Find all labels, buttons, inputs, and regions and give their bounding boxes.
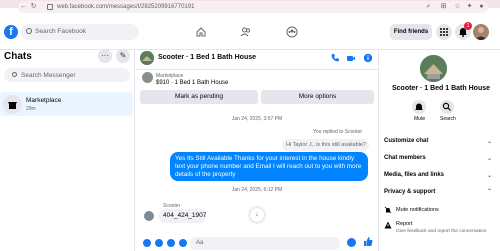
marketplace-icon bbox=[3, 95, 22, 114]
listing-title[interactable]: $910 · 1 Bed 1 Bath House bbox=[156, 80, 228, 86]
facebook-logo[interactable]: f bbox=[4, 25, 18, 39]
more-options-icon[interactable]: ··· bbox=[98, 49, 112, 63]
report-description: Give feedback and report the conversatio… bbox=[396, 229, 487, 234]
incoming-message[interactable]: 404_424_1907 bbox=[158, 209, 206, 223]
search-icon bbox=[12, 72, 17, 77]
profile-icon[interactable]: ● bbox=[478, 3, 485, 10]
details-title: Scooter · 1 Bed 1 Bath House bbox=[391, 85, 491, 92]
new-message-icon[interactable]: ✎ bbox=[116, 49, 130, 63]
reload-icon[interactable]: ↻ bbox=[30, 3, 37, 10]
chat-members-item[interactable]: Chat members bbox=[384, 155, 426, 161]
url-text[interactable]: web.facebook.com/messages/t/282520991677… bbox=[57, 4, 194, 10]
scroll-down-icon[interactable]: ↓ bbox=[250, 208, 264, 222]
customize-chat-item[interactable]: Customize chat bbox=[384, 138, 428, 144]
site-info-icon[interactable] bbox=[47, 4, 53, 10]
friends-icon[interactable] bbox=[240, 26, 252, 38]
phone-icon[interactable] bbox=[330, 53, 340, 63]
outgoing-message[interactable]: Yes Its Still Available Thanks for your … bbox=[170, 152, 368, 181]
chevron-down-icon: ⌄ bbox=[487, 139, 493, 145]
conversation-avatar[interactable] bbox=[140, 51, 154, 65]
zoom-icon[interactable]: ⌕ bbox=[425, 3, 432, 10]
search-button[interactable] bbox=[440, 100, 454, 114]
listing-thumbnail[interactable] bbox=[142, 72, 153, 83]
gif-icon[interactable] bbox=[179, 239, 187, 247]
chat-time: 29m bbox=[26, 106, 36, 112]
menu-button[interactable] bbox=[436, 24, 452, 40]
account-avatar[interactable] bbox=[473, 24, 489, 40]
timestamp: Jan 24, 2025, 6:12 PM bbox=[231, 187, 283, 193]
chevron-down-icon: ⌄ bbox=[487, 173, 493, 179]
image-icon[interactable] bbox=[155, 239, 163, 247]
search-label: Search bbox=[440, 116, 456, 122]
bell-off-icon bbox=[384, 206, 392, 214]
media-files-links-item[interactable]: Media, files and links bbox=[384, 172, 444, 178]
info-icon[interactable] bbox=[363, 53, 373, 63]
home-icon[interactable] bbox=[195, 26, 207, 38]
replied-label: You replied to Scooter bbox=[313, 129, 363, 135]
message-input[interactable]: Aa bbox=[190, 237, 340, 250]
sticker-icon[interactable] bbox=[167, 239, 175, 247]
groups-icon[interactable] bbox=[286, 26, 298, 38]
report-item[interactable]: Report bbox=[396, 221, 413, 227]
video-icon[interactable] bbox=[346, 53, 356, 63]
report-icon bbox=[384, 221, 392, 229]
privacy-support-item[interactable]: Privacy & support bbox=[384, 189, 435, 195]
marketplace-label: Marketplace bbox=[156, 73, 184, 79]
extensions-icon[interactable]: ✦ bbox=[466, 3, 473, 10]
more-options-button[interactable]: More options bbox=[261, 90, 374, 104]
mute-button[interactable] bbox=[412, 100, 426, 114]
chat-title: Marketplace bbox=[26, 97, 62, 104]
notification-badge: 1 bbox=[464, 22, 472, 30]
chevron-down-icon: ⌄ bbox=[487, 156, 493, 162]
search-messenger-input[interactable]: Search Messenger bbox=[4, 68, 130, 82]
install-icon[interactable]: ⊞ bbox=[440, 3, 447, 10]
plus-icon[interactable] bbox=[143, 239, 151, 247]
back-icon[interactable]: ← bbox=[20, 3, 27, 10]
timestamp: Jan 24, 2025, 3:57 PM bbox=[231, 116, 283, 122]
star-icon[interactable]: ☆ bbox=[454, 3, 461, 10]
sender-avatar[interactable] bbox=[144, 211, 154, 221]
like-icon[interactable] bbox=[363, 236, 373, 247]
chats-title: Chats bbox=[4, 51, 32, 62]
chevron-up-icon: ⌃ bbox=[487, 189, 493, 195]
mute-notifications-item[interactable]: Mute notifications bbox=[396, 207, 439, 213]
emoji-icon[interactable] bbox=[347, 238, 356, 247]
mark-as-pending-button[interactable]: Mark as pending bbox=[140, 90, 258, 104]
facebook-search-input[interactable]: Search Facebook bbox=[21, 24, 139, 40]
details-avatar bbox=[420, 55, 447, 82]
quoted-message[interactable]: Hi Taylor J., is this still available? bbox=[282, 139, 369, 151]
search-icon bbox=[26, 28, 32, 34]
conversation-title[interactable]: Scooter · 1 Bed 1 Bath House bbox=[158, 54, 256, 61]
find-friends-button[interactable]: Find friends bbox=[390, 24, 432, 40]
mute-label: Mute bbox=[414, 116, 426, 122]
